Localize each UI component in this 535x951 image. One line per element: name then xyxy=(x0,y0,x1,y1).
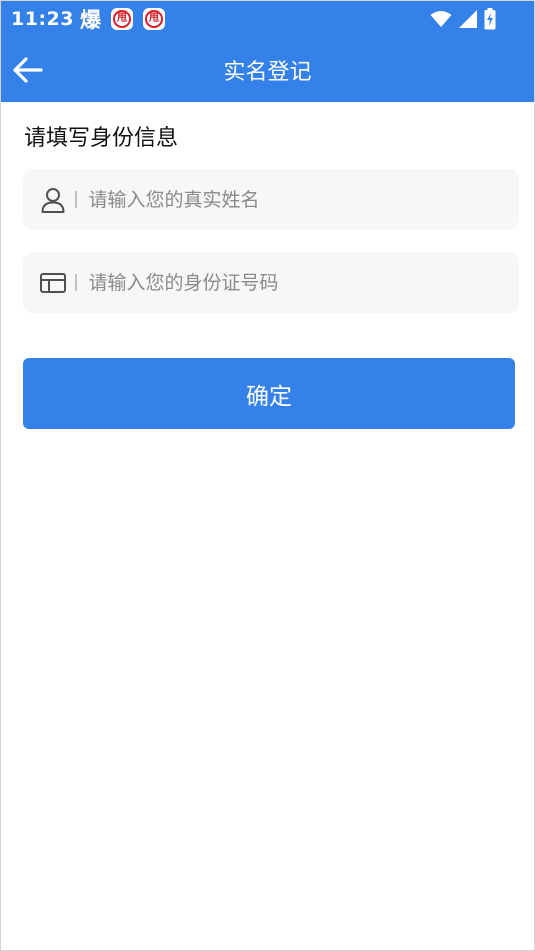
name-input[interactable] xyxy=(88,179,489,220)
id-card-icon xyxy=(38,268,68,298)
status-bar: 11:23 爆 甩 甩 xyxy=(1,1,534,37)
notification-app-icon: 甩 xyxy=(142,8,165,30)
notification-app-icon: 甩 xyxy=(110,8,133,30)
section-title: 请填写身份信息 xyxy=(24,126,179,151)
name-field[interactable] xyxy=(23,169,519,230)
notification-badge-text: 甩 xyxy=(112,10,131,28)
status-time: 11:23 xyxy=(11,8,74,30)
field-divider xyxy=(75,274,77,291)
notification-badge-text: 甩 xyxy=(144,10,163,28)
title-bar: 实名登记 xyxy=(1,37,534,102)
app-screen: 11:23 爆 甩 甩 实名登记 请填写身份信息 请输入您的真实姓名 请输入您的… xyxy=(0,0,535,951)
id-number-input[interactable] xyxy=(88,262,489,303)
status-indicators xyxy=(430,8,496,30)
battery-charging-icon xyxy=(484,8,496,30)
confirm-button[interactable]: 确定 xyxy=(23,358,515,429)
signal-icon xyxy=(459,10,477,28)
wifi-icon xyxy=(430,11,452,27)
status-notification-glyph: 爆 xyxy=(79,8,101,32)
id-number-field[interactable] xyxy=(23,252,519,313)
field-divider xyxy=(75,191,77,208)
user-icon xyxy=(38,185,68,215)
page-title: 实名登记 xyxy=(223,59,312,85)
